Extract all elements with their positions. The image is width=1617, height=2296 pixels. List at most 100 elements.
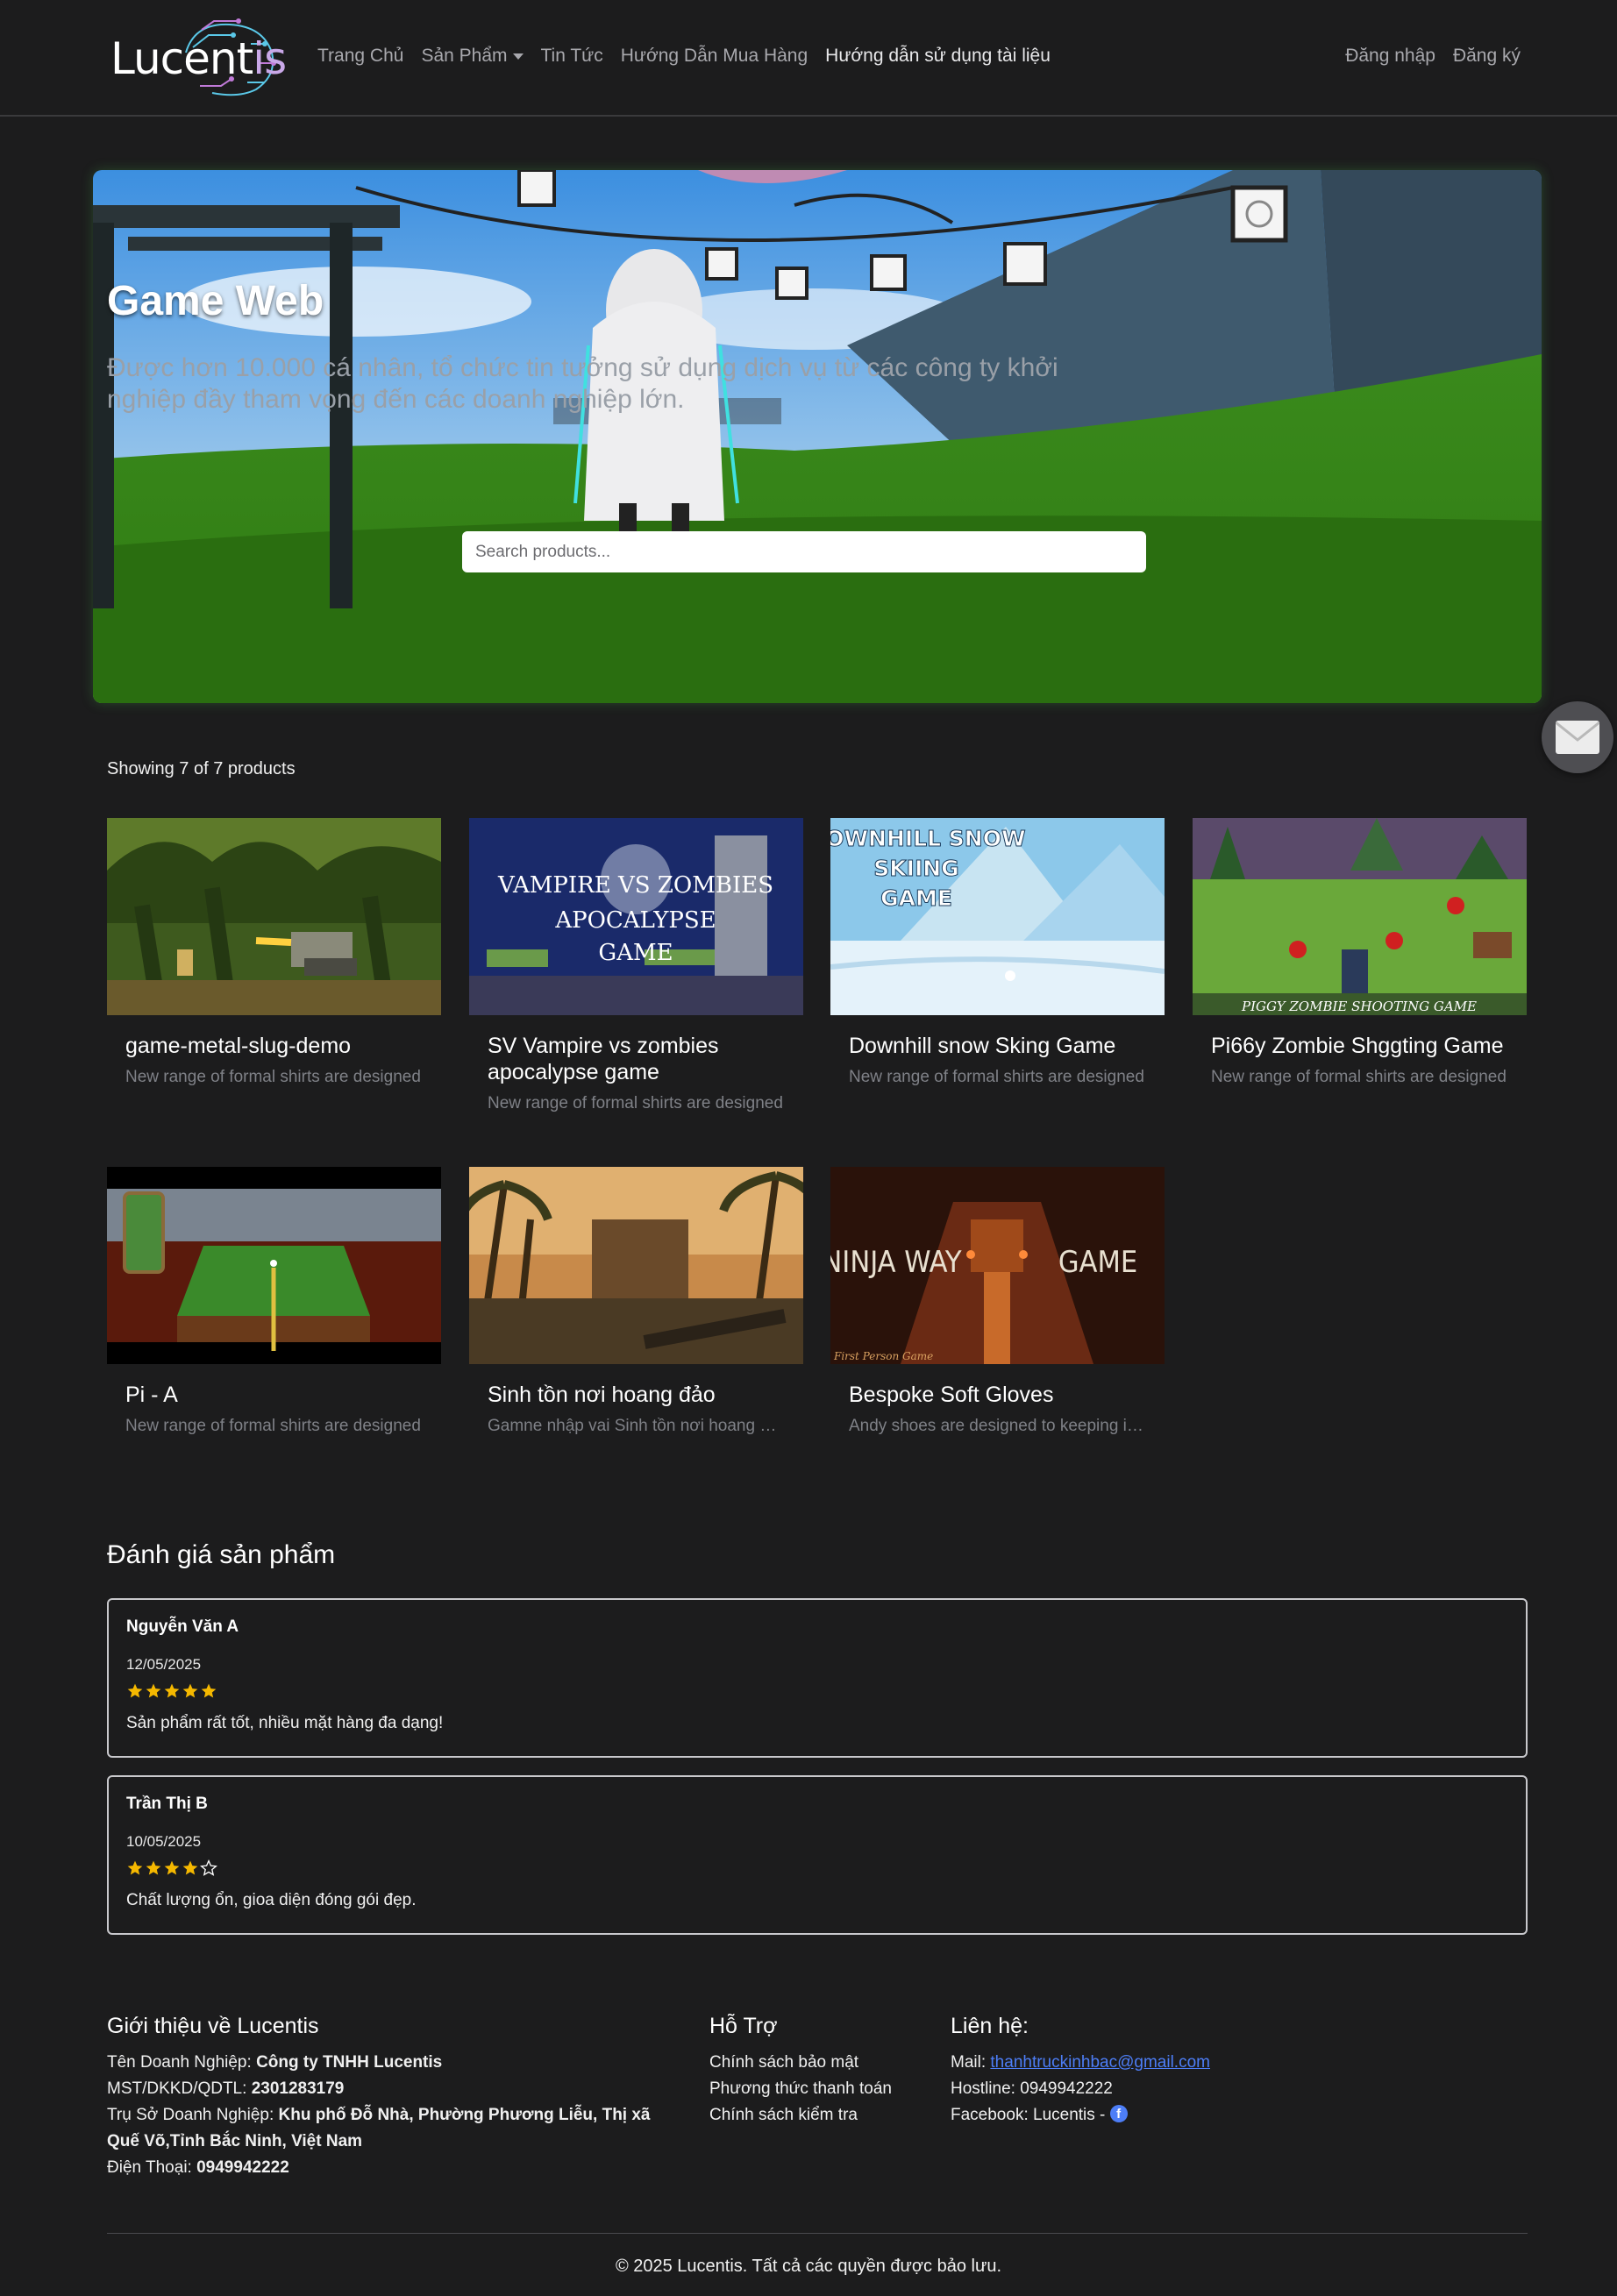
facebook-icon[interactable]: f (1109, 2104, 1128, 2122)
logo-text: Lucentis (110, 33, 287, 84)
ninja-title-left: NINJA WAY (830, 1245, 962, 1280)
ninja-title-right: GAME (1058, 1245, 1137, 1280)
footer-company: Tên Doanh Nghiệp: Công ty TNHH Lucentis (107, 2053, 443, 2072)
product-image[interactable]: NINJA WAY GAME First Person Game (830, 1167, 1165, 1364)
footer-link-inspection[interactable]: Chính sách kiểm tra (709, 2102, 929, 2129)
product-description: Gamne nhập vai Sinh tồn nơi hoang đảo (488, 1417, 788, 1435)
product-title[interactable]: Pi - A (107, 1382, 441, 1408)
product-image[interactable]: VAMPIRE VS ZOMBIES APOCALYPSE GAME (469, 818, 803, 1015)
reviews-heading: Đánh giá sản phẩm (107, 1540, 336, 1569)
review-card: Trần Thị B 10/05/2025 Chất lượng ổn, gio… (107, 1775, 1528, 1935)
product-card[interactable]: PIGGY ZOMBIE SHOOTING GAME Pi66y Zombie … (1193, 818, 1527, 1087)
product-card[interactable]: Pi - A New range of formal shirts are de… (107, 1167, 441, 1436)
footer-support-title: Hỗ Trợ (709, 2014, 778, 2038)
hero-subtitle: Được hơn 10.000 cá nhân, tổ chức tin tưở… (107, 353, 1058, 414)
product-title[interactable]: SV Vampire vs zombies apocalypse game (469, 1033, 803, 1085)
footer-hotline: Hostline: 0949942222 (951, 2079, 1113, 2098)
product-title[interactable]: game-metal-slug-demo (107, 1033, 441, 1059)
product-card[interactable]: Sinh tồn nơi hoang đảo Gamne nhập vai Si… (469, 1167, 803, 1436)
product-card[interactable]: VAMPIRE VS ZOMBIES APOCALYPSE GAME SV Va… (469, 818, 803, 1113)
product-description: New range of formal shirts are designed (488, 1094, 783, 1112)
product-description: Andy shoes are designed to keeping in mi… (849, 1417, 1165, 1435)
ninja-subtitle: First Person Game (833, 1350, 933, 1362)
product-title[interactable]: Bespoke Soft Gloves (830, 1382, 1165, 1408)
star-icon (127, 1860, 143, 1875)
footer-address: Trụ Sở Doanh Nghiệp: Khu phố Đỗ Nhà, Phư… (107, 2106, 651, 2150)
vampire-title-line-2: APOCALYPSE (554, 907, 716, 934)
product-title[interactable]: Downhill snow Sking Game (830, 1033, 1165, 1059)
product-image[interactable]: DOWNHILL SNOW SKIING GAME (830, 818, 1165, 1015)
product-image[interactable]: PIGGY ZOMBIE SHOOTING GAME (1193, 818, 1527, 1015)
product-description: New range of formal shirts are designed (125, 1417, 421, 1435)
review-author: Trần Thị B (126, 1795, 208, 1813)
register-link[interactable]: Đăng ký (1453, 46, 1521, 67)
footer-divider (107, 2233, 1528, 2234)
review-rating (126, 1682, 1508, 1702)
brand-logo[interactable]: Lucentis (107, 16, 287, 100)
vampire-title-line-3: GAME (598, 940, 673, 966)
nav-item-trang-chu[interactable]: Trang Chủ (317, 46, 403, 67)
star-icon (200, 1859, 217, 1876)
footer-facebook: Facebook: Lucentis - f (951, 2102, 1389, 2129)
product-image[interactable] (469, 1167, 803, 1364)
review-date: 12/05/2025 (126, 1656, 202, 1673)
review-text: Sản phẩm rất tốt, nhiều mặt hàng đa dạng… (126, 1714, 444, 1732)
search-input[interactable] (462, 531, 1146, 572)
hero-banner: Game Web Được hơn 10.000 cá nhân, tổ chứ… (93, 170, 1542, 703)
footer-contact: Liên hệ: Mail: thanhtruckinhbac@gmail.co… (951, 2014, 1389, 2129)
star-icon (127, 1683, 143, 1698)
downhill-title-line-3: GAME (880, 885, 952, 911)
review-date: 10/05/2025 (126, 1833, 202, 1850)
footer-tax-id: MST/DKKD/QDTL: 2301283179 (107, 2079, 345, 2098)
star-icon (146, 1683, 161, 1698)
footer-support: Hỗ Trợ Chính sách bảo mật Phương thức th… (709, 2014, 929, 2129)
product-description: New range of formal shirts are designed (849, 1068, 1144, 1086)
review-rating (126, 1859, 1508, 1879)
nav-item-tin-tuc[interactable]: Tin Tức (541, 46, 603, 67)
nav-item-san-pham[interactable]: Sản Phẩm (421, 46, 524, 67)
product-title[interactable]: Sinh tồn nơi hoang đảo (469, 1382, 803, 1408)
product-description: New range of formal shirts are designed (125, 1068, 421, 1086)
footer-about-title: Giới thiệu về Lucentis (107, 2014, 319, 2038)
product-card[interactable]: DOWNHILL SNOW SKIING GAME Downhill snow … (830, 818, 1165, 1087)
product-image[interactable] (107, 818, 441, 1015)
nav-item-huong-dan-tai-lieu[interactable]: Hướng dẫn sử dụng tài liệu (825, 46, 1051, 67)
main-nav: Trang Chủ Sản Phẩm Tin Tức Hướng Dẫn Mua… (317, 46, 1051, 67)
mail-link[interactable]: thanhtruckinhbac@gmail.com (990, 2053, 1210, 2072)
product-grid: game-metal-slug-demo New range of formal… (107, 818, 1528, 1449)
review-author: Nguyễn Văn A (126, 1617, 239, 1636)
star-icon (182, 1683, 198, 1698)
star-icon (164, 1860, 180, 1875)
footer-contact-title: Liên hệ: (951, 2014, 1029, 2038)
downhill-title-line-1: DOWNHILL SNOW (830, 826, 1026, 851)
nav-item-san-pham-label: Sản Phẩm (421, 46, 508, 66)
nav-item-huong-dan-mua-hang[interactable]: Hướng Dẫn Mua Hàng (621, 46, 808, 67)
copyright: © 2025 Lucentis. Tất cả các quyền được b… (615, 2257, 1002, 2276)
mail-icon (1556, 721, 1599, 754)
star-icon (201, 1683, 217, 1698)
footer-link-privacy[interactable]: Chính sách bảo mật (709, 2050, 929, 2076)
piggy-title: PIGGY ZOMBIE SHOOTING GAME (1241, 999, 1477, 1014)
product-description: New range of formal shirts are designed (1211, 1068, 1507, 1086)
footer-phone: Điện Thoại: 0949942222 (107, 2158, 289, 2177)
product-card[interactable]: NINJA WAY GAME First Person Game Bespoke… (830, 1167, 1165, 1436)
product-card[interactable]: game-metal-slug-demo New range of formal… (107, 818, 441, 1087)
product-title[interactable]: Pi66y Zombie Shggting Game (1193, 1033, 1527, 1059)
login-link[interactable]: Đăng nhập (1345, 46, 1435, 67)
star-icon (164, 1683, 180, 1698)
review-card: Nguyễn Văn A 12/05/2025 Sản phẩm rất tốt… (107, 1598, 1528, 1758)
downhill-title-line-2: SKIING (873, 856, 958, 881)
review-text: Chất lượng ổn, gioa diện đóng gói đẹp. (126, 1891, 417, 1909)
footer-link-payment[interactable]: Phương thức thanh toán (709, 2076, 929, 2102)
product-image[interactable] (107, 1167, 441, 1364)
products-count: Showing 7 of 7 products (107, 759, 296, 778)
hero-title: Game Web (107, 278, 324, 324)
auth-nav: Đăng nhập Đăng ký (1345, 46, 1521, 67)
caret-down-icon (512, 53, 524, 60)
hero-background-image (93, 170, 1542, 703)
footer-about: Giới thiệu về Lucentis Tên Doanh Nghiệp:… (107, 2014, 686, 2181)
navbar: Lucentis Trang Chủ Sản Phẩm Tin Tức Hướn… (0, 0, 1617, 117)
star-icon (146, 1860, 161, 1875)
floating-mail-button[interactable] (1542, 701, 1613, 773)
star-icon (182, 1860, 198, 1875)
